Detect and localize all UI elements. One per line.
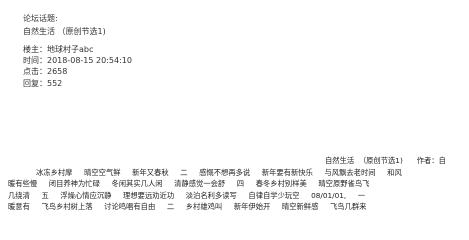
body-line: 冰冻乡村摩 晴空空气鲜 新年又春秋 二 感慨不想再多说 新年要有新快乐 与风飘去… — [0, 167, 469, 179]
body-line: 几绕清 五 浮燥心情应沉静 理想要远劝近功 淡泊名利多读写 自律自学少玩空 08… — [0, 190, 469, 202]
body-line-text: 暖有些慢 闭目养神为忙碌 冬闲其实几人闲 清静感觉一会舒 四 春冬乡村别样美 晴… — [8, 179, 370, 188]
body-line-text: 暖意有 飞鸟乡村树上落 讨论鸣唱有自由 二 乡村雄鸡叫 新年伊始开 晴空新鲜感 … — [8, 202, 367, 211]
post-meta: 楼主：地球村子abc 时间：2018-08-15 20:54:10 点击：265… — [23, 44, 132, 89]
post-body: 自然生活 （原创节选1) 作者：自 冰冻乡村摩 晴空空气鲜 新年又春秋 二 感慨… — [0, 155, 469, 213]
body-line: 暖有些慢 闭目养神为忙碌 冬闲其实几人闲 清静感觉一会舒 四 春冬乡村别样美 晴… — [0, 178, 469, 190]
topic-block: 论坛话题: 自然生活 （原创节选1) — [23, 12, 106, 38]
topic-title: 自然生活 （原创节选1) — [23, 27, 106, 36]
topic-label: 论坛话题: — [23, 14, 58, 23]
replies-line: 回复：552 — [23, 78, 63, 88]
body-line-text: 自然生活 （原创节选1) 作者：自 — [325, 156, 446, 165]
time-line: 时间：2018-08-15 20:54:10 — [23, 56, 132, 66]
author-line: 楼主：地球村子abc — [23, 45, 94, 54]
body-line-text: 几绕清 五 浮燥心情应沉静 理想要远劝近功 淡泊名利多读写 自律自学少玩空 08… — [8, 190, 366, 200]
clicks-line: 点击：2658 — [23, 67, 68, 77]
body-line: 自然生活 （原创节选1) 作者：自 — [0, 155, 469, 167]
body-line-text: 冰冻乡村摩 晴空空气鲜 新年又春秋 二 感慨不想再多说 新年要有新快乐 与风飘去… — [36, 167, 402, 177]
body-line: 暖意有 飞鸟乡村树上落 讨论鸣唱有自由 二 乡村雄鸡叫 新年伊始开 晴空新鲜感 … — [0, 201, 469, 213]
